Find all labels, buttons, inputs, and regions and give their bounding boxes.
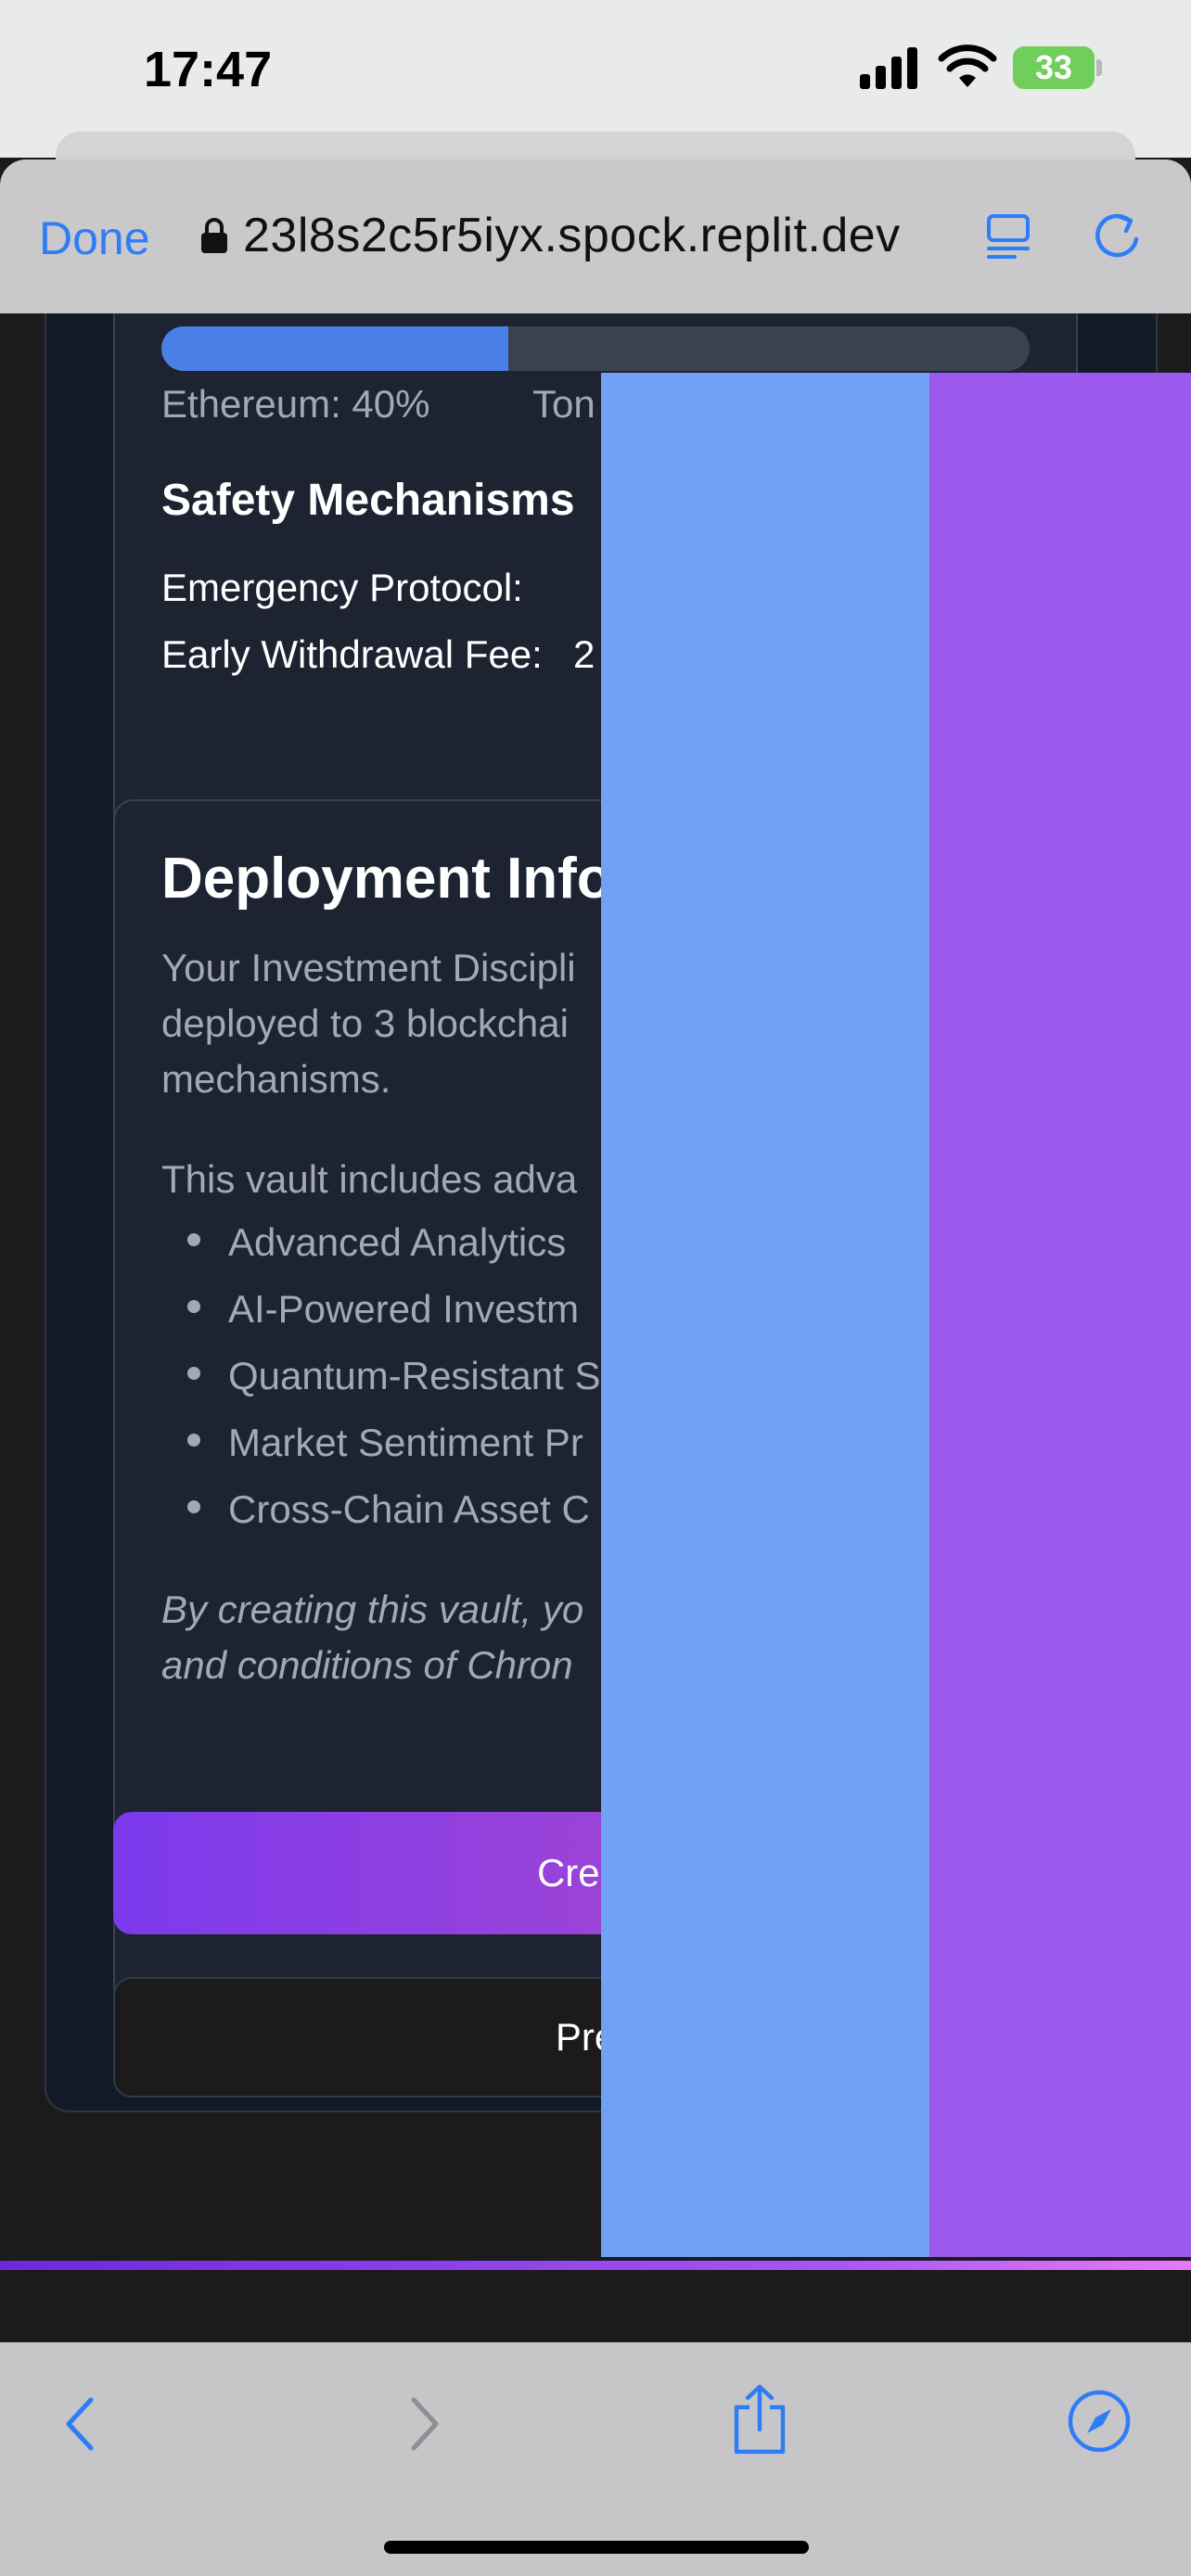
feature-label: Quantum-Resistant S [228, 1354, 601, 1397]
feature-item: Cross-Chain Asset C [161, 1487, 590, 1532]
wifi-icon [938, 45, 997, 87]
bullet-icon [187, 1434, 200, 1447]
feature-label: Market Sentiment Pr [228, 1421, 583, 1464]
web-content: Ethereum: 40% Ton Safety Mechanisms Emer… [0, 313, 1191, 2342]
browser-top-bar: Done 23l8s2c5r5iyx.spock.replit.dev [0, 159, 1191, 313]
feature-item: Quantum-Resistant S [161, 1354, 601, 1398]
battery-cap [1096, 59, 1102, 76]
overlay-panel-blue [601, 373, 929, 2257]
emergency-protocol-label: Emergency Protocol: [161, 566, 523, 609]
allocation-progress-fill [161, 326, 509, 371]
feature-label: AI-Powered Investm [228, 1287, 580, 1331]
feature-item: Market Sentiment Pr [161, 1421, 583, 1465]
overlay-panel-purple [929, 373, 1191, 2257]
reader-icon[interactable] [985, 213, 1031, 260]
deployment-info-title: Deployment Info [161, 847, 612, 911]
bullet-icon [187, 1233, 200, 1246]
feature-item: AI-Powered Investm [161, 1287, 579, 1332]
battery-level: 33 [1034, 48, 1073, 86]
compass-icon[interactable] [1067, 2389, 1132, 2454]
ethereum-allocation-label: Ethereum: 40% [161, 382, 430, 426]
bottom-accent-bar [0, 2261, 1191, 2270]
early-withdrawal-fee-label: Early Withdrawal Fee: [161, 632, 543, 676]
feature-label: Cross-Chain Asset C [228, 1487, 590, 1531]
early-withdrawal-fee-value: 2 [573, 632, 596, 676]
bullet-icon [187, 1367, 200, 1380]
battery-icon: 33 [1013, 46, 1095, 89]
done-button[interactable]: Done [39, 211, 150, 265]
share-icon[interactable] [729, 2383, 790, 2455]
bullet-icon [187, 1300, 200, 1313]
safety-mechanisms-title: Safety Mechanisms [161, 476, 575, 525]
forward-icon[interactable] [404, 2394, 445, 2454]
signal-icon [860, 47, 917, 89]
url-field[interactable]: 23l8s2c5r5iyx.spock.replit.dev [243, 208, 901, 263]
allocation-progress-bar [161, 326, 1030, 371]
bullet-icon [187, 1500, 200, 1513]
lock-icon [201, 218, 227, 253]
feature-item: Advanced Analytics [161, 1220, 566, 1265]
ton-allocation-label: Ton [532, 382, 596, 426]
status-time: 17:47 [144, 42, 273, 97]
back-icon[interactable] [59, 2394, 100, 2454]
browser-toolbar [0, 2342, 1191, 2576]
home-indicator [384, 2541, 809, 2554]
feature-label: Advanced Analytics [228, 1220, 567, 1264]
reload-icon[interactable] [1093, 211, 1143, 261]
